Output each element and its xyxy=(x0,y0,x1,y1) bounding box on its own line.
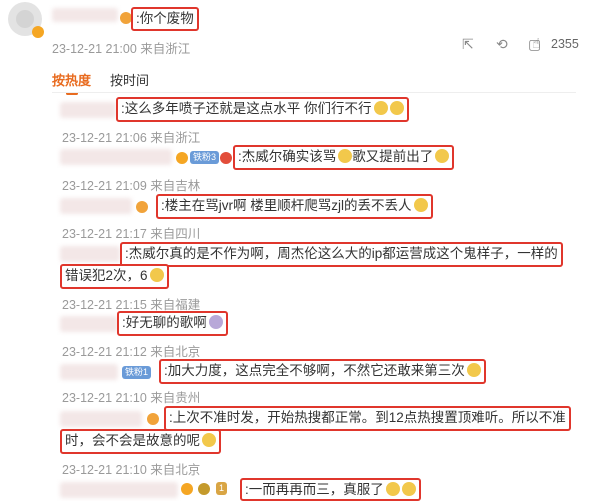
reply-meta: 23-12-21 21:17 来自四川 xyxy=(62,227,201,241)
emoji-icon xyxy=(401,482,416,496)
reply-username[interactable] xyxy=(60,482,178,498)
member-icon xyxy=(147,413,159,425)
verified-badge-icon xyxy=(32,26,44,38)
fan-level-badge: 铁粉3 xyxy=(190,151,220,164)
reply-text: :楼主在骂jvr啊 楼里顺杆爬骂zjl的丢不丢人 xyxy=(156,194,433,219)
emoji-icon xyxy=(338,149,353,163)
member-crown-icon xyxy=(198,483,210,495)
divider xyxy=(52,92,576,93)
reply-text: :上次不准时发，开始热搜都正常。到12点热搜置顶难听。所以不准 xyxy=(164,406,571,431)
repost-icon[interactable]: ⟲ xyxy=(496,36,508,53)
comment-meta: 23-12-21 21:00 来自浙江 xyxy=(52,42,191,56)
reply-username[interactable] xyxy=(60,316,118,332)
verified-badge-icon xyxy=(176,152,188,164)
reply-text: :加大力度，这点完全不够啊，不然它还敢来第三次 xyxy=(159,359,486,384)
emoji-icon xyxy=(413,198,428,212)
reply-text: :这么多年喷子还就是这点水平 你们行不行 xyxy=(116,97,409,122)
fan-level-badge: 铁粉1 xyxy=(122,366,152,379)
reply-username[interactable] xyxy=(60,411,142,427)
thumbs-up-icon[interactable]: ☝ xyxy=(532,35,541,52)
reply-text: :杰威尔真的是不作为啊，周杰伦这么大的ip都运营成这个鬼样子，一样的 xyxy=(120,242,563,267)
comment-text: :你个废物 xyxy=(131,7,199,31)
member-icon xyxy=(136,201,148,213)
reply-meta: 23-12-21 21:10 来自北京 xyxy=(62,463,201,477)
reply-meta: 23-12-21 21:09 来自吉林 xyxy=(62,179,201,193)
reply-username[interactable] xyxy=(60,364,118,380)
reply-username[interactable] xyxy=(60,198,132,214)
emoji-icon xyxy=(208,315,223,329)
sort-time-tab[interactable]: 按时间 xyxy=(110,70,149,89)
reply-text-continued: 时，会不会是故意的呢 xyxy=(60,429,221,454)
emoji-icon xyxy=(435,149,450,163)
emoji-icon xyxy=(202,433,216,447)
reply-text: :杰威尔确实该骂 歌又提前出了 xyxy=(233,145,455,170)
reply-text-continued: 错误犯2次，6 xyxy=(60,264,169,289)
verified-badge-icon xyxy=(181,483,193,495)
member-icon xyxy=(220,152,232,164)
emoji-icon xyxy=(466,363,481,377)
emoji-icon xyxy=(385,482,400,496)
reply-text: :好无聊的歌啊 xyxy=(117,311,228,336)
emoji-icon xyxy=(149,268,164,282)
reply-meta: 23-12-21 21:06 来自浙江 xyxy=(62,131,201,145)
reply-username[interactable] xyxy=(60,102,116,118)
share-icon[interactable]: ⇱ xyxy=(462,36,474,53)
emoji-icon xyxy=(373,101,388,115)
like-count: 2355 xyxy=(551,37,579,51)
emoji-icon xyxy=(389,101,404,115)
reply-text: :一而再再而三，真服了 xyxy=(240,478,421,501)
username[interactable] xyxy=(52,8,118,22)
reply-username[interactable] xyxy=(60,149,172,165)
sort-hot-tab[interactable]: 按热度 xyxy=(52,70,91,95)
reply-username[interactable] xyxy=(60,246,120,262)
reply-meta: 23-12-21 21:10 来自贵州 xyxy=(62,391,201,405)
fan-level-badge: 1 xyxy=(216,482,228,495)
reply-meta: 23-12-21 21:12 来自北京 xyxy=(62,345,201,359)
